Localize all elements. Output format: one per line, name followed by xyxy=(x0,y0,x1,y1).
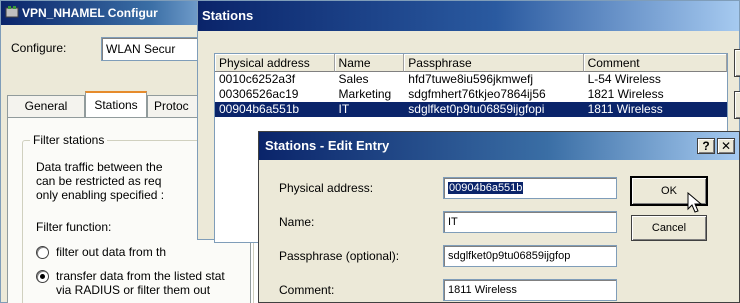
cell-address: 00306526ac19 xyxy=(219,87,299,101)
passphrase-label: Passphrase (optional): xyxy=(279,249,400,263)
tab-stations[interactable]: Stations xyxy=(85,91,147,118)
tab-general-label: General xyxy=(24,99,68,113)
mouse-cursor-icon xyxy=(687,191,703,214)
cell-comment: 1821 Wireless xyxy=(587,87,664,101)
help-button[interactable]: ? xyxy=(697,138,715,154)
stations-window-title: Stations xyxy=(202,8,254,23)
filter-stations-group-label: Filter stations xyxy=(30,133,108,147)
physical-address-value: 00904b6a551b xyxy=(448,182,524,194)
list-item[interactable]: 00306526ac19 Marketing sdgfmhert76tkjeo7… xyxy=(215,87,727,102)
comment-field[interactable]: 1811 Wireless xyxy=(443,279,617,301)
radio-filter-out-label: filter out data from th xyxy=(56,245,167,259)
column-comment[interactable]: Comment xyxy=(583,54,727,72)
filter-function-label: Filter function: xyxy=(36,220,112,234)
physical-address-label: Physical address: xyxy=(279,181,374,195)
cell-passphrase: sdglfket0p9tu06859ijgfopi xyxy=(408,102,545,116)
config-window-title: VPN_NHAMEL Configur xyxy=(22,6,158,20)
column-passphrase[interactable]: Passphrase xyxy=(404,54,584,72)
edit-entry-titlebar[interactable]: Stations - Edit Entry xyxy=(259,132,739,160)
stations-side-button[interactable] xyxy=(734,49,740,77)
configure-label: Configure: xyxy=(11,41,67,55)
cell-name: Marketing xyxy=(338,87,392,101)
edit-entry-dialog: Stations - Edit Entry ? ✕ Physical addre… xyxy=(258,131,740,303)
comment-label: Comment: xyxy=(279,283,335,297)
passphrase-field[interactable]: sdglfket0p9tu06859ijgfop xyxy=(443,245,617,267)
tab-stations-label: Stations xyxy=(94,98,138,112)
cell-comment: L-54 Wireless xyxy=(587,72,661,86)
tab-general[interactable]: General xyxy=(7,95,85,117)
description-line: can be restricted as req xyxy=(36,174,162,188)
close-button[interactable]: ✕ xyxy=(717,138,735,154)
description-line: only enabling specified : xyxy=(36,188,165,202)
radio-transfer-data-label-2: via RADIUS or filter them out xyxy=(56,283,211,297)
cell-address: 00904b6a551b xyxy=(219,102,300,116)
cell-name: Sales xyxy=(338,72,369,86)
cell-comment: 1811 Wireless xyxy=(587,102,663,116)
radio-filter-out[interactable] xyxy=(36,246,49,259)
cell-passphrase: sdgfmhert76tkjeo7864ij56 xyxy=(408,87,546,101)
radio-transfer-data[interactable] xyxy=(36,270,49,283)
stations-list-header: Physical address Name Passphrase Comment xyxy=(215,54,727,72)
tab-protocols-label: Protoc xyxy=(154,99,189,113)
edit-entry-title: Stations - Edit Entry xyxy=(265,138,390,153)
description-line: Data traffic between the xyxy=(36,160,163,174)
physical-address-field[interactable]: 00904b6a551b xyxy=(443,177,617,199)
name-label: Name: xyxy=(279,215,315,229)
cell-name: IT xyxy=(338,102,350,116)
name-field[interactable]: IT xyxy=(443,211,617,233)
cell-passphrase: hfd7tuwe8iu596jkmwefj xyxy=(408,72,534,86)
stations-window-titlebar[interactable]: Stations xyxy=(198,1,739,31)
column-physical-address[interactable]: Physical address xyxy=(215,54,335,72)
list-item[interactable]: 0010c6252a3f Sales hfd7tuwe8iu596jkmwefj… xyxy=(215,72,727,87)
column-name[interactable]: Name xyxy=(334,54,405,72)
stations-side-button[interactable] xyxy=(734,91,740,119)
radio-transfer-data-label: transfer data from the listed stat xyxy=(56,269,225,283)
ok-button-label: OK xyxy=(661,185,677,197)
cancel-button-label: Cancel xyxy=(651,222,687,234)
cell-address: 0010c6252a3f xyxy=(219,72,296,86)
app-icon xyxy=(5,3,19,18)
list-item-selected[interactable]: 00904b6a551b IT sdglfket0p9tu06859ijgfop… xyxy=(215,102,727,117)
cancel-button[interactable]: Cancel xyxy=(631,215,707,241)
